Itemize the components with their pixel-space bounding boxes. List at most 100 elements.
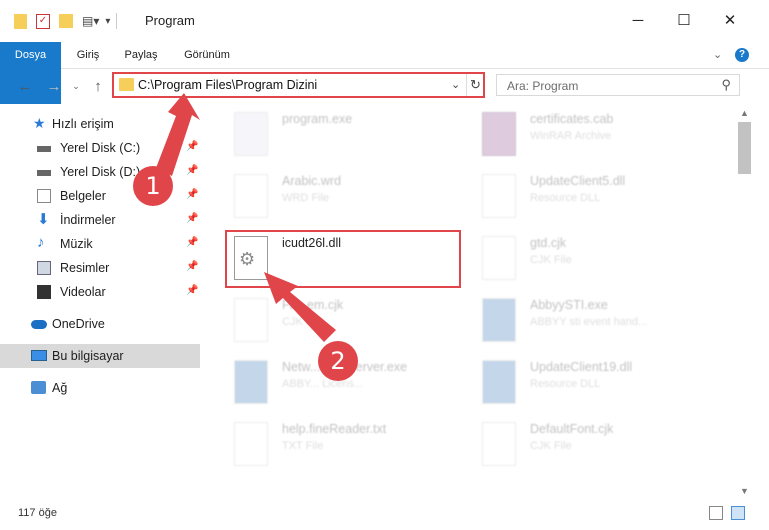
sidebar-item-this-pc[interactable]: Bu bilgisayar [0, 344, 200, 368]
title-bar: ✓ ▤▾ ▾ Program ─ ☐ ✕ [0, 0, 769, 40]
file-list: program.exe certificates.cab WinRAR Arch… [210, 104, 736, 500]
folder-icon[interactable] [14, 13, 27, 29]
back-button[interactable]: ← [15, 76, 35, 96]
status-bar: 117 öğe [0, 500, 769, 530]
file-name: AbbyySTI.exe [530, 298, 608, 312]
address-dropdown-icon[interactable]: ⌄ [451, 78, 460, 91]
file-name: UpdateClient5.dll [530, 174, 626, 188]
doc-icon [228, 172, 270, 222]
tab-share[interactable]: Paylaş [118, 42, 164, 68]
customize-icon[interactable]: ▤▾ [82, 14, 99, 28]
dll-icon [476, 172, 518, 222]
documents-icon [37, 189, 51, 203]
pin-icon[interactable]: 📌 [186, 165, 198, 176]
maximize-button[interactable]: ☐ [661, 8, 707, 32]
file-type: WinRAR Archive [530, 130, 612, 142]
file-item[interactable]: UpdateClient19.dll Resource DLL [476, 352, 716, 414]
file-name: DefaultFont.cjk [530, 422, 614, 436]
sidebar-item-label: Ağ [52, 381, 68, 395]
tab-home[interactable]: Giriş [66, 42, 110, 68]
sidebar-item-music[interactable]: ♪ Müzik 📌 [0, 232, 200, 256]
pin-icon[interactable]: 📌 [186, 189, 198, 200]
dll-icon [476, 358, 518, 408]
file-name: Arabic.wrd [282, 174, 342, 188]
file-name: certificates.cab [530, 112, 614, 126]
sidebar-item-downloads[interactable]: ⬇ İndirmeler 📌 [0, 208, 200, 232]
file-item[interactable]: AbbyySTI.exe ABBYY sti event hand... [476, 290, 716, 352]
folder-icon [119, 78, 134, 91]
exe-icon [228, 358, 270, 408]
ribbon-tabs: Dosya Giriş Paylaş Görünüm ⌄ ? [0, 42, 769, 104]
pin-icon[interactable]: 📌 [186, 141, 198, 152]
doc-icon [476, 234, 518, 284]
star-icon: ★ [33, 115, 46, 131]
sidebar-item-pictures[interactable]: Resimler 📌 [0, 256, 200, 280]
pictures-icon [37, 261, 51, 275]
details-view-icon[interactable] [709, 506, 723, 520]
address-bar[interactable]: C:\Program Files\Program Dizini ⌄ ↻ [112, 72, 485, 98]
file-type: CJK File [530, 440, 572, 452]
expand-ribbon-icon[interactable]: ⌄ [713, 48, 722, 61]
new-folder-icon[interactable] [59, 14, 73, 28]
file-item[interactable]: Arabic.wrd WRD File [228, 166, 468, 228]
videos-icon [37, 285, 51, 299]
sidebar-item-network[interactable]: Ağ [0, 376, 200, 400]
refresh-button[interactable]: ↻ [466, 74, 484, 96]
step-2-badge: 2 [318, 341, 358, 381]
sidebar-item-label: Yerel Disk (D:) [60, 165, 141, 179]
doc-icon [476, 420, 518, 470]
scroll-down-icon[interactable]: ▼ [740, 486, 749, 496]
file-item[interactable]: program.exe [228, 104, 468, 166]
exe-icon [228, 110, 270, 160]
separator [116, 13, 118, 29]
pin-icon[interactable]: 📌 [186, 285, 198, 296]
large-icons-view-icon[interactable] [731, 506, 745, 520]
up-button[interactable]: ↑ [88, 76, 108, 96]
file-type: TXT File [282, 440, 324, 452]
file-item[interactable]: certificates.cab WinRAR Archive [476, 104, 716, 166]
sidebar-item-label: Yerel Disk (C:) [60, 141, 141, 155]
sidebar-item-label: Belgeler [60, 189, 106, 203]
quick-access-toolbar: ✓ ▤▾ ▾ [14, 12, 118, 30]
vertical-scrollbar[interactable]: ▲ ▼ [736, 104, 753, 500]
search-input[interactable]: Ara: Program [507, 79, 578, 93]
minimize-button[interactable]: ─ [615, 8, 661, 32]
doc-icon [228, 296, 270, 346]
drive-icon [37, 170, 51, 176]
help-icon[interactable]: ? [735, 48, 749, 62]
tab-view[interactable]: Görünüm [176, 42, 238, 68]
sidebar-item-onedrive[interactable]: OneDrive [0, 312, 200, 336]
sidebar-item-videos[interactable]: Videolar 📌 [0, 280, 200, 304]
sidebar-item-label: Resimler [60, 261, 110, 275]
sidebar-item-label: Videolar [60, 285, 106, 299]
file-type: Resource DLL [530, 378, 601, 390]
file-name: UpdateClient19.dll [530, 360, 633, 374]
sidebar-item-quick-access[interactable]: ★ Hızlı erişim [0, 112, 200, 136]
exe-icon [476, 296, 518, 346]
file-item[interactable]: gtd.cjk CJK File [476, 228, 716, 290]
address-path[interactable]: C:\Program Files\Program Dizini [138, 78, 317, 92]
close-button[interactable]: ✕ [707, 8, 753, 32]
recent-dropdown-icon[interactable]: ⌄ [66, 76, 86, 96]
properties-icon[interactable]: ✓ [36, 13, 50, 29]
dropdown-icon[interactable]: ▾ [105, 16, 110, 27]
sidebar-item-disk-c[interactable]: Yerel Disk (C:) 📌 [0, 136, 200, 160]
pin-icon[interactable]: 📌 [186, 213, 198, 224]
scroll-thumb[interactable] [738, 122, 751, 174]
sidebar-item-label: Bu bilgisayar [52, 349, 124, 363]
pin-icon[interactable]: 📌 [186, 237, 198, 248]
pin-icon[interactable]: 📌 [186, 261, 198, 272]
file-name: help.fineReader.txt [282, 422, 387, 436]
cloud-icon [31, 320, 47, 329]
search-box[interactable]: Ara: Program ⚲ [496, 74, 740, 96]
file-type: WRD File [282, 192, 330, 204]
file-type: ABBYY sti event hand... [530, 316, 648, 328]
doc-icon [228, 420, 270, 470]
scroll-up-icon[interactable]: ▲ [740, 108, 749, 118]
file-item[interactable]: help.fineReader.txt TXT File [228, 414, 468, 476]
forward-button[interactable]: → [44, 76, 64, 96]
search-icon: ⚲ [721, 77, 731, 92]
file-item[interactable]: DefaultFont.cjk CJK File [476, 414, 716, 476]
sidebar-item-label: İndirmeler [60, 213, 116, 227]
file-item[interactable]: UpdateClient5.dll Resource DLL [476, 166, 716, 228]
